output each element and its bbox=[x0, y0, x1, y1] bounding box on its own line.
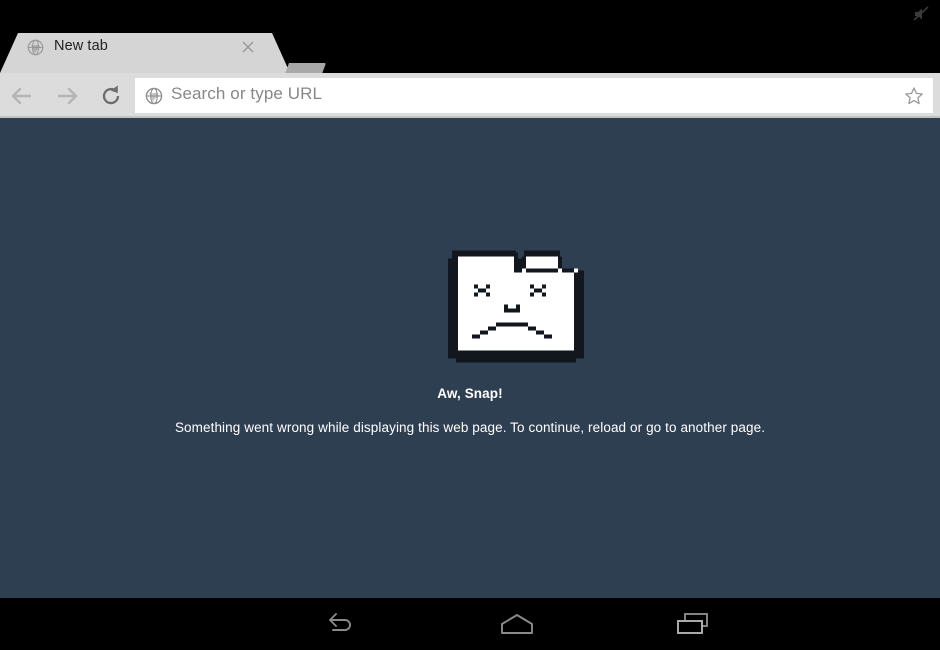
search-input[interactable]: Search or type URL bbox=[171, 84, 322, 104]
home-icon[interactable] bbox=[487, 606, 547, 642]
star-outline-icon[interactable] bbox=[904, 86, 924, 106]
tab-strip: New tab bbox=[0, 27, 940, 93]
crash-message: Something went wrong while displaying th… bbox=[174, 420, 766, 435]
sad-folder-icon bbox=[448, 246, 588, 363]
crash-title: Aw, Snap! bbox=[437, 386, 503, 401]
recent-apps-icon[interactable] bbox=[664, 606, 724, 642]
browser-window: New tab Search or type URL Aw, Snap! Som… bbox=[0, 0, 940, 650]
tab-title: New tab bbox=[54, 38, 108, 54]
back-arrow-icon[interactable] bbox=[311, 606, 371, 642]
close-icon[interactable] bbox=[240, 39, 256, 55]
globe-icon bbox=[27, 39, 44, 56]
back-button[interactable] bbox=[8, 82, 36, 110]
reload-button[interactable] bbox=[97, 82, 125, 110]
omnibox[interactable]: Search or type URL bbox=[135, 78, 933, 113]
forward-button[interactable] bbox=[53, 82, 81, 110]
mute-off-icon bbox=[910, 3, 932, 25]
android-status-bar bbox=[0, 0, 940, 27]
web-content-area: Aw, Snap! Something went wrong while dis… bbox=[0, 118, 940, 598]
browser-toolbar: Search or type URL bbox=[0, 73, 940, 118]
android-nav-bar bbox=[0, 598, 940, 650]
globe-icon bbox=[145, 87, 163, 105]
